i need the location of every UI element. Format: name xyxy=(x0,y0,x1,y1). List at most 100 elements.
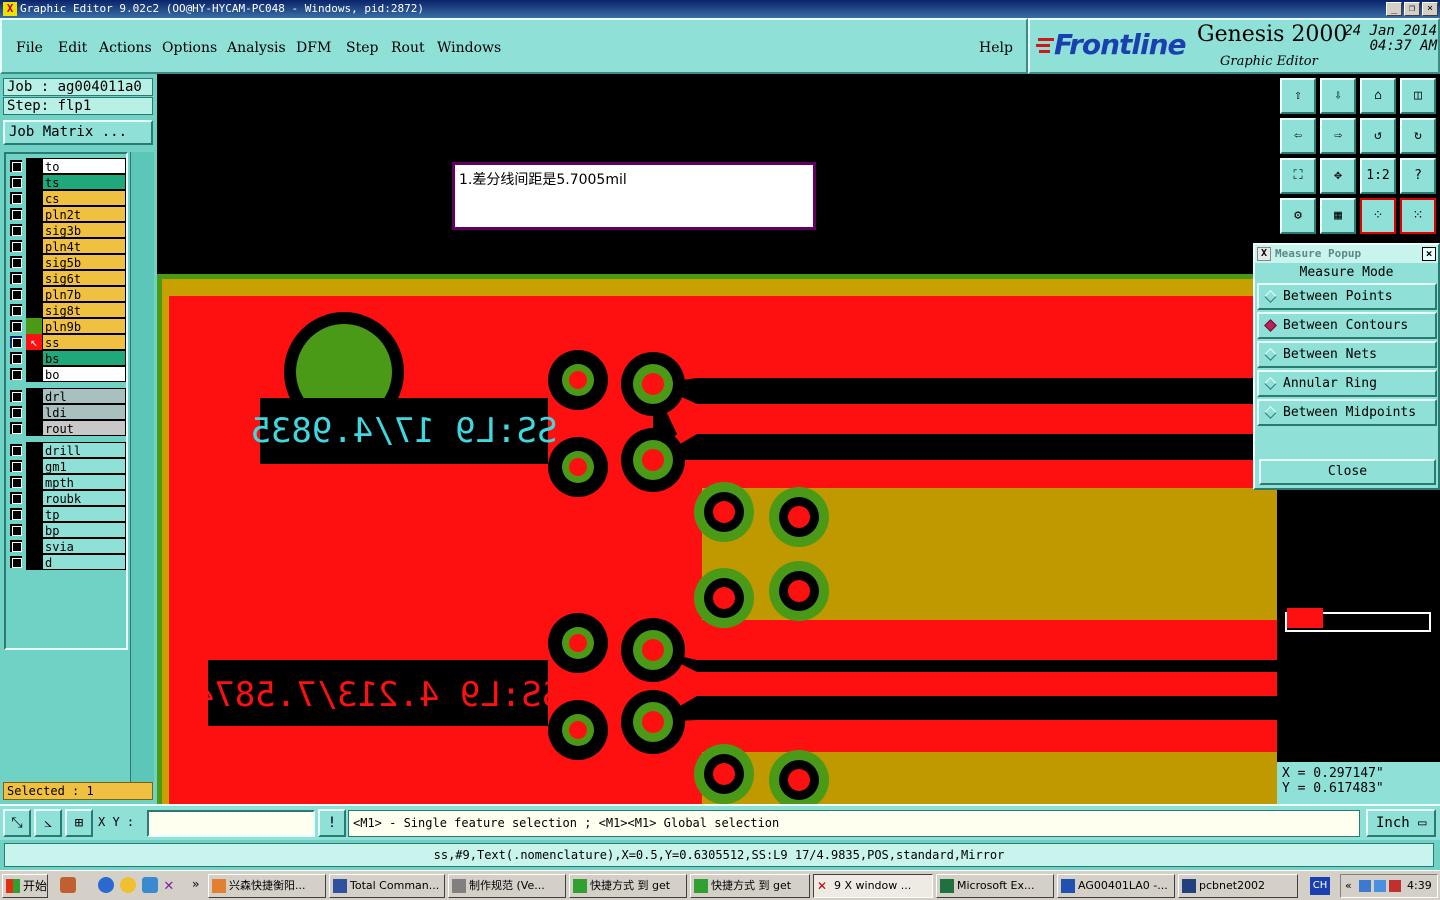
graphic-canvas[interactable]: SS:L9 17/4.9835 SS:L9 4.213/7.5874 1.差分线… xyxy=(157,74,1277,804)
language-indicator[interactable]: CH xyxy=(1310,877,1330,895)
help-query-icon[interactable]: ? xyxy=(1400,158,1436,194)
layer-name[interactable]: roubk xyxy=(42,490,126,506)
layer-name[interactable]: gm1 xyxy=(42,458,126,474)
tray-expand-icon[interactable]: « xyxy=(1345,875,1352,897)
layer-checkbox[interactable] xyxy=(10,304,22,316)
option-between-points[interactable]: Between Points xyxy=(1257,283,1437,310)
layer-checkbox[interactable] xyxy=(10,208,22,220)
tray-icon[interactable] xyxy=(1359,880,1371,892)
task-button[interactable]: 快捷方式 到 get xyxy=(569,874,687,898)
clock-app-icon[interactable] xyxy=(120,877,136,893)
layer-name[interactable]: ts xyxy=(42,174,126,190)
window-view-icon[interactable]: ◫ xyxy=(1400,78,1436,114)
layer-row[interactable]: rout xyxy=(8,420,126,436)
layer-name[interactable]: bp xyxy=(42,522,126,538)
layer-name[interactable]: mpth xyxy=(42,474,126,490)
layer-state-marker[interactable] xyxy=(26,506,42,522)
layer-name[interactable]: pln7b xyxy=(42,286,126,302)
layer-row[interactable]: ts xyxy=(8,174,126,190)
layer-checkbox[interactable] xyxy=(10,556,22,568)
layer-checkbox[interactable] xyxy=(10,476,22,488)
grid-icon[interactable]: ▦ xyxy=(1320,198,1356,234)
quicklaunch-icon[interactable] xyxy=(60,877,76,893)
layer-row[interactable]: bp xyxy=(8,522,126,538)
zoom-center-icon[interactable]: ✥ xyxy=(1320,158,1356,194)
layer-checkbox[interactable] xyxy=(10,492,22,504)
layer-state-marker[interactable] xyxy=(26,206,42,222)
pan-right-icon[interactable]: ⇨ xyxy=(1320,118,1356,154)
unit-selector[interactable]: Inch ▭ xyxy=(1366,809,1436,837)
layer-name[interactable]: to xyxy=(42,158,126,174)
layer-checkbox[interactable] xyxy=(10,160,22,172)
layer-row[interactable]: pln4t xyxy=(8,238,126,254)
measure-popup-titlebar[interactable]: X Measure Popup × xyxy=(1255,245,1438,263)
option-between-midpoints[interactable]: Between Midpoints xyxy=(1257,399,1437,426)
xy-input[interactable] xyxy=(147,810,315,837)
option-between-contours[interactable]: Between Contours xyxy=(1257,312,1437,339)
layer-row[interactable]: drill xyxy=(8,442,126,458)
layer-checkbox[interactable] xyxy=(10,336,22,348)
layer-state-marker[interactable] xyxy=(26,522,42,538)
pan-left-icon[interactable]: ⇦ xyxy=(1280,118,1316,154)
layer-checkbox[interactable] xyxy=(10,460,22,472)
net-highlight-icon[interactable]: ⁘ xyxy=(1360,198,1396,234)
browser-icon[interactable] xyxy=(98,877,114,893)
layer-row[interactable]: sig5b xyxy=(8,254,126,270)
layer-row[interactable]: roubk xyxy=(8,490,126,506)
layer-name[interactable]: bs xyxy=(42,350,126,366)
layer-list-scrollbar[interactable] xyxy=(130,152,154,782)
measure-icon[interactable]: ⦣ xyxy=(34,809,62,837)
layer-row[interactable]: cs xyxy=(8,190,126,206)
layer-checkbox[interactable] xyxy=(10,540,22,552)
task-button[interactable]: 快捷方式 到 get xyxy=(690,874,810,898)
layer-checkbox[interactable] xyxy=(10,508,22,520)
layer-row[interactable]: drl xyxy=(8,388,126,404)
menu-help[interactable]: Help xyxy=(979,40,1013,56)
menu-edit[interactable]: Edit xyxy=(58,40,87,56)
option-annular-ring[interactable]: Annular Ring xyxy=(1257,370,1437,397)
layer-row[interactable]: pln9b xyxy=(8,318,126,334)
zoom-home-icon[interactable]: ⇧ xyxy=(1280,78,1316,114)
menu-windows[interactable]: Windows xyxy=(437,40,501,56)
task-button[interactable]: 制作规范 (Ve... xyxy=(448,874,566,898)
more-icon[interactable]: » xyxy=(192,877,208,893)
layer-row[interactable]: pln2t xyxy=(8,206,126,222)
layer-state-marker[interactable] xyxy=(26,158,42,174)
layer-name[interactable]: pln4t xyxy=(42,238,126,254)
layer-name[interactable]: sig8t xyxy=(42,302,126,318)
job-matrix-button[interactable]: Job Matrix ... xyxy=(3,120,153,145)
layer-checkbox[interactable] xyxy=(10,390,22,402)
layer-row[interactable]: gm1 xyxy=(8,458,126,474)
layer-row[interactable]: to xyxy=(8,158,126,174)
minimize-button[interactable]: _ xyxy=(1386,2,1402,16)
layer-row[interactable]: sig6t xyxy=(8,270,126,286)
snap-icon[interactable]: ⤡ xyxy=(3,809,31,837)
menu-analysis[interactable]: Analysis xyxy=(227,40,286,56)
zoom-fit-icon[interactable]: ⛶ xyxy=(1280,158,1316,194)
menu-file[interactable]: File xyxy=(16,40,43,56)
layer-checkbox[interactable] xyxy=(10,176,22,188)
layer-state-marker[interactable] xyxy=(26,318,42,334)
layer-state-marker[interactable] xyxy=(26,286,42,302)
layer-name[interactable]: d xyxy=(42,554,126,570)
layer-state-marker[interactable] xyxy=(26,490,42,506)
measure-popup-close-icon[interactable]: × xyxy=(1422,247,1436,261)
clock[interactable]: 4:39 xyxy=(1407,875,1432,897)
layer-row[interactable]: bs xyxy=(8,350,126,366)
layer-state-marker[interactable] xyxy=(26,474,42,490)
layer-row[interactable]: mpth xyxy=(8,474,126,490)
tray-icon[interactable] xyxy=(1389,880,1401,892)
layer-name[interactable]: pln9b xyxy=(42,318,126,334)
xwindow-icon[interactable]: ✕ xyxy=(164,877,180,893)
zoom-back-icon[interactable]: ↺ xyxy=(1360,118,1396,154)
layer-name[interactable]: ldi xyxy=(42,404,126,420)
net-select-icon[interactable]: ⁙ xyxy=(1400,198,1436,234)
layer-state-marker[interactable] xyxy=(26,442,42,458)
layer-row[interactable]: d xyxy=(8,554,126,570)
layer-checkbox[interactable] xyxy=(10,288,22,300)
layer-name[interactable]: bo xyxy=(42,366,126,382)
layer-checkbox[interactable] xyxy=(10,224,22,236)
layer-name[interactable]: drill xyxy=(42,442,126,458)
ratio-1-2-button[interactable]: 1:2 xyxy=(1360,158,1396,194)
layer-state-marker[interactable] xyxy=(26,404,42,420)
